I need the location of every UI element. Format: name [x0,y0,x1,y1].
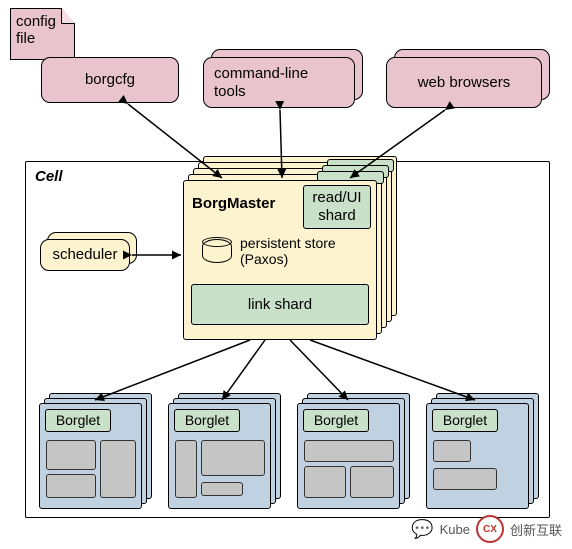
borgcfg-box: borgcfg [41,57,179,103]
config-file-box: config file [10,8,75,60]
machine-1: Borglet [39,403,142,509]
web-browsers-label: web browsers [418,74,511,92]
borgmaster-title: BorgMaster [192,195,275,212]
scheduler-box: scheduler [40,239,130,271]
borglet-1: Borglet [45,409,111,432]
machine-2: Borglet [168,403,271,509]
borgcfg-label: borgcfg [85,71,135,89]
borglet-2-label: Borglet [185,412,229,429]
watermark-text: Kube [440,522,470,537]
cli-tools-label: command-line tools [214,65,308,101]
web-browsers-box: web browsers [386,57,542,108]
borglet-4: Borglet [432,409,498,432]
link-shard-label: link shard [248,296,312,314]
machine-3: Borglet [297,403,400,509]
read-ui-shard-label: read/UI shard [312,189,361,225]
borglet-2: Borglet [174,409,240,432]
machine-4: Borglet [426,403,529,509]
db-icon [202,239,232,263]
borglet-3: Borglet [303,409,369,432]
persistent-store: persistent store (Paxos) [202,235,336,267]
scheduler-label: scheduler [52,246,117,264]
cell-label: Cell [35,168,63,185]
watermark: 💬 Kube CX 创新互联 [411,515,562,543]
borglet-3-label: Borglet [314,412,358,429]
read-ui-shard-box: read/UI shard [303,185,371,229]
watermark-brand: 创新互联 [510,520,562,539]
cli-tools-box: command-line tools [203,57,355,108]
watermark-chat-icon: 💬 [411,519,433,540]
persistent-store-label: persistent store (Paxos) [240,235,336,267]
borgmaster-box: BorgMaster read/UI shard persistent stor… [183,180,377,340]
borglet-1-label: Borglet [56,412,100,429]
borglet-4-label: Borglet [443,412,487,429]
link-shard-box: link shard [191,284,369,325]
watermark-logo-icon: CX [476,515,504,543]
